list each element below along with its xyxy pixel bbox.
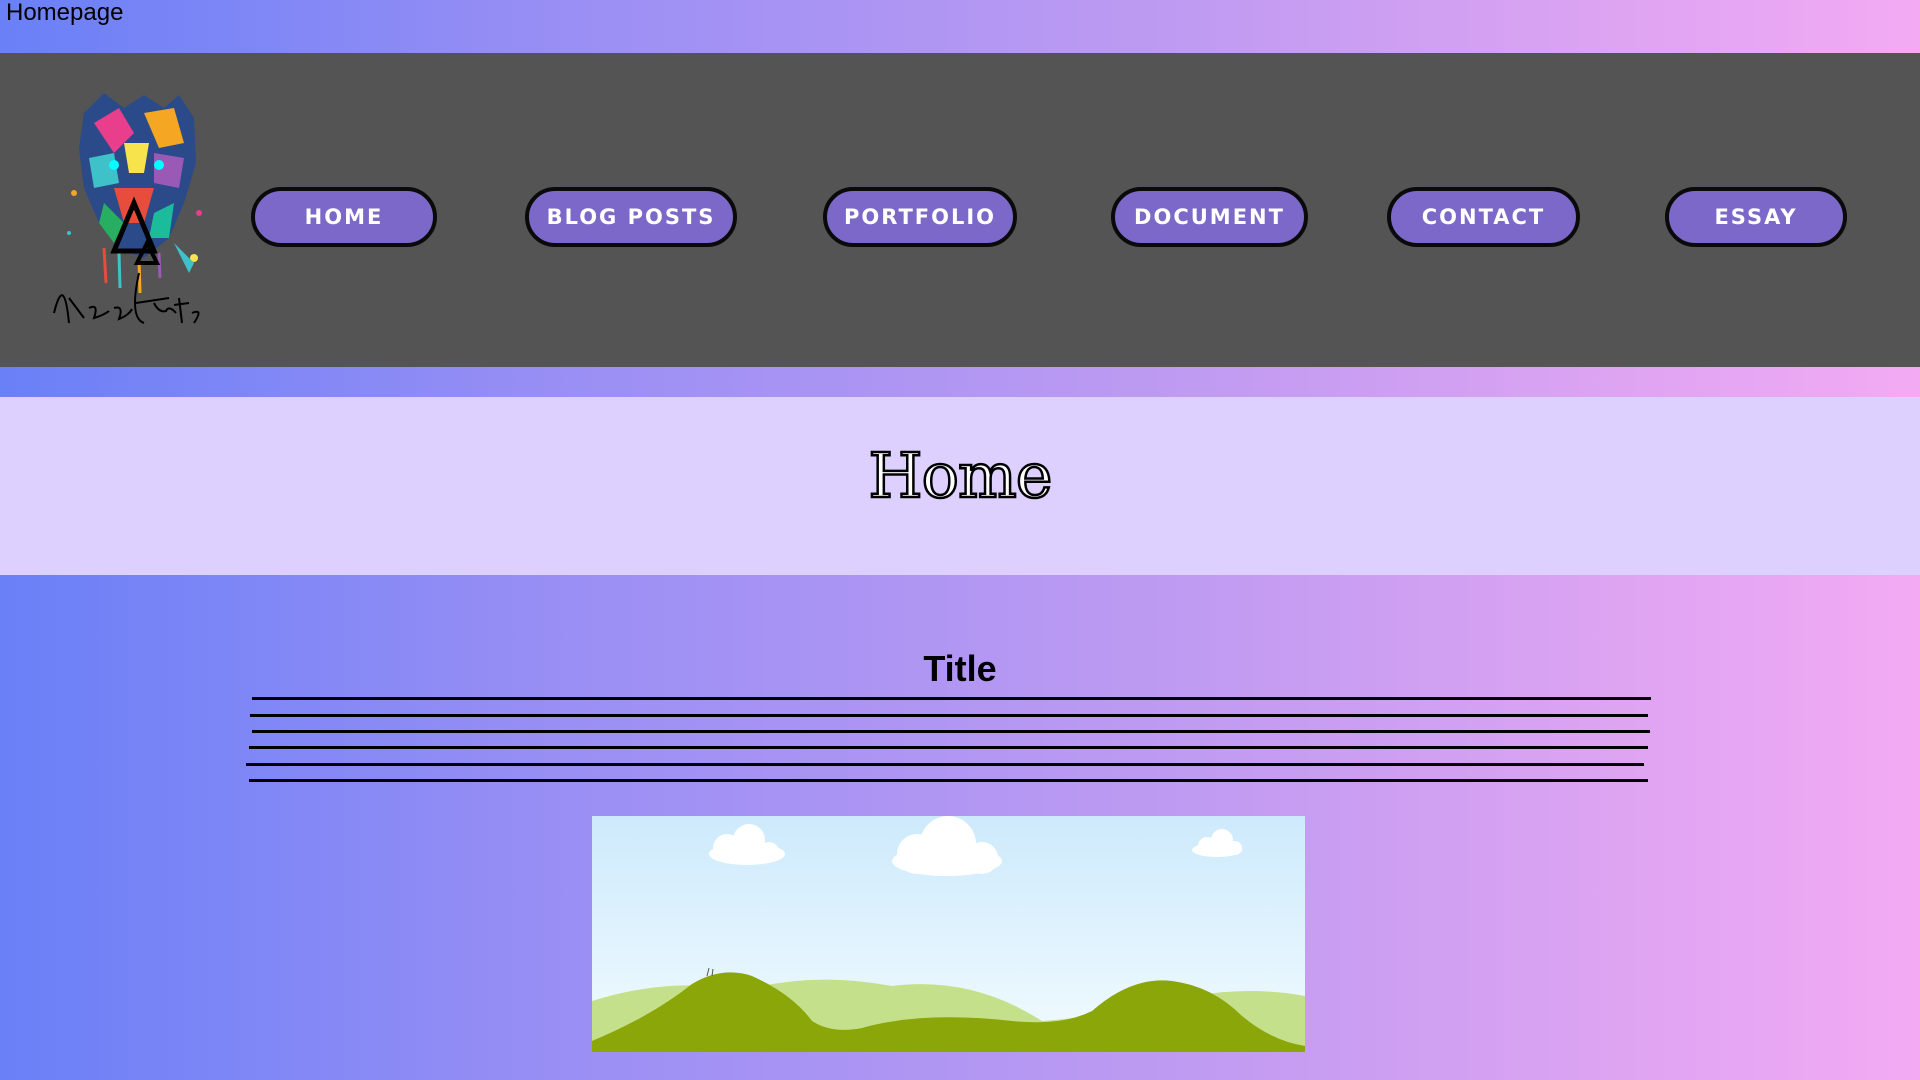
tiger-logo-icon: [53, 93, 202, 324]
site-header: Home Blog Posts Portfolio Document Conta…: [0, 53, 1920, 367]
text-line: [249, 746, 1648, 749]
page-title: Home: [867, 438, 1053, 514]
text-line: [246, 763, 1644, 766]
nav-document-button[interactable]: Document: [1111, 187, 1308, 247]
nav-home-button[interactable]: Home: [251, 187, 437, 247]
text-line: [252, 697, 1651, 700]
text-line: [250, 714, 1648, 717]
text-line: [252, 730, 1650, 733]
landscape-illustration-icon: [592, 816, 1305, 1052]
nav-blog-posts-button[interactable]: Blog Posts: [525, 187, 737, 247]
page-label: Homepage: [6, 0, 124, 26]
nav-essay-button[interactable]: Essay: [1665, 187, 1847, 247]
landscape-image: [592, 816, 1305, 1052]
nav-contact-button[interactable]: Contact: [1387, 187, 1580, 247]
page-banner: Home: [0, 397, 1920, 575]
nav-portfolio-button[interactable]: Portfolio: [823, 187, 1017, 247]
text-line: [249, 779, 1648, 782]
logo[interactable]: [44, 73, 209, 333]
content-title: Title: [923, 648, 997, 689]
